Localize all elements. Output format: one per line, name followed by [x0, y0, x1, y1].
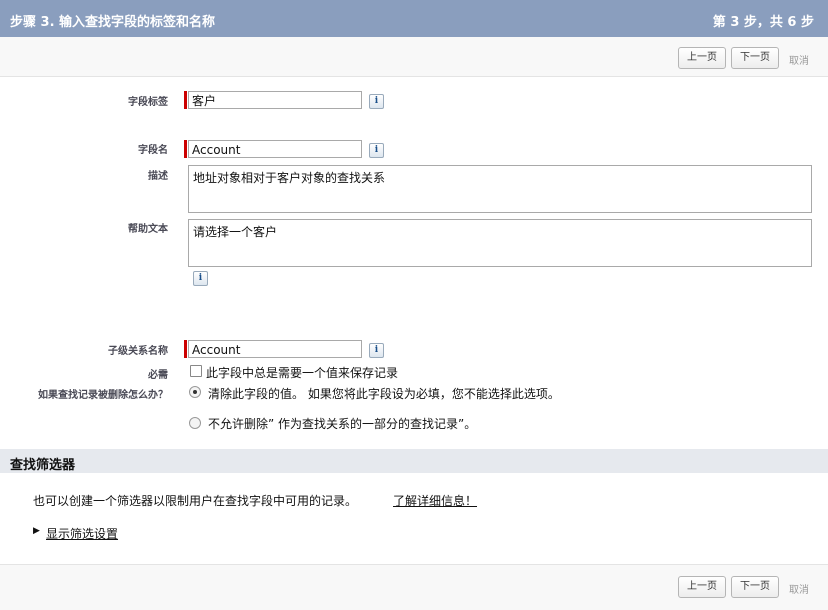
filter-description: 也可以创建一个筛选器以限制用户在查找字段中可用的记录。 — [33, 494, 358, 508]
page-header: 步骤 3. 输入查找字段的标签和名称 第 3 步，共 6 步 — [0, 0, 828, 37]
required-label: 必需 — [148, 370, 168, 381]
field-name-input[interactable]: Account — [188, 140, 362, 158]
section-title: 查找筛选器 — [10, 458, 76, 473]
clear-value-text: 清除此字段的值。 如果您将此字段设为必填，您不能选择此选项。 — [208, 387, 560, 401]
expand-triangle-icon[interactable]: ▶ — [33, 526, 40, 536]
show-filter-settings-link[interactable]: 显示筛选设置 — [46, 525, 118, 542]
required-indicator — [184, 340, 187, 358]
info-icon[interactable]: i — [369, 94, 384, 109]
previous-button-top[interactable]: 上一页 — [678, 47, 726, 69]
prevent-delete-radio[interactable] — [189, 417, 201, 429]
top-button-bar: 上一页 下一页 取消 — [0, 37, 828, 77]
required-indicator — [184, 91, 187, 109]
help-text-label: 帮助文本 — [128, 224, 168, 235]
required-checkbox-text: 此字段中总是需要一个值来保存记录 — [206, 366, 399, 380]
info-icon[interactable]: i — [369, 143, 384, 158]
child-relationship-label: 子级关系名称 — [108, 346, 168, 357]
previous-button-bottom[interactable]: 上一页 — [678, 576, 726, 598]
prevent-delete-text: 不允许删除” 作为查找关系的一部分的查找记录”。 — [208, 417, 477, 431]
lookup-filter-section-header: 查找筛选器 — [0, 449, 828, 473]
cancel-button-top[interactable]: 取消 — [789, 52, 809, 67]
child-relationship-input[interactable]: Account — [188, 340, 362, 358]
description-label: 描述 — [148, 171, 168, 182]
bottom-button-bar: 上一页 下一页 取消 — [0, 564, 828, 610]
cancel-button-bottom[interactable]: 取消 — [789, 581, 809, 596]
learn-more-link[interactable]: 了解详细信息！ — [393, 492, 477, 509]
delete-behavior-label: 如果查找记录被删除怎么办？ — [38, 390, 168, 401]
required-checkbox[interactable] — [190, 365, 202, 377]
field-name-label: 字段名 — [138, 145, 168, 156]
next-button-bottom[interactable]: 下一页 — [731, 576, 779, 598]
info-icon[interactable]: i — [369, 343, 384, 358]
step-indicator: 第 3 步，共 6 步 — [712, 15, 814, 30]
clear-value-radio[interactable] — [189, 386, 201, 398]
help-text-textarea[interactable]: 请选择一个客户 — [188, 219, 812, 267]
required-indicator — [184, 140, 187, 158]
next-button-top[interactable]: 下一页 — [731, 47, 779, 69]
page-title: 步骤 3. 输入查找字段的标签和名称 — [10, 15, 216, 30]
field-label-input[interactable]: 客户 — [188, 91, 362, 109]
info-icon[interactable]: i — [193, 271, 208, 286]
description-textarea[interactable]: 地址对象相对于客户对象的查找关系 — [188, 165, 812, 213]
field-label-label: 字段标签 — [128, 97, 168, 108]
